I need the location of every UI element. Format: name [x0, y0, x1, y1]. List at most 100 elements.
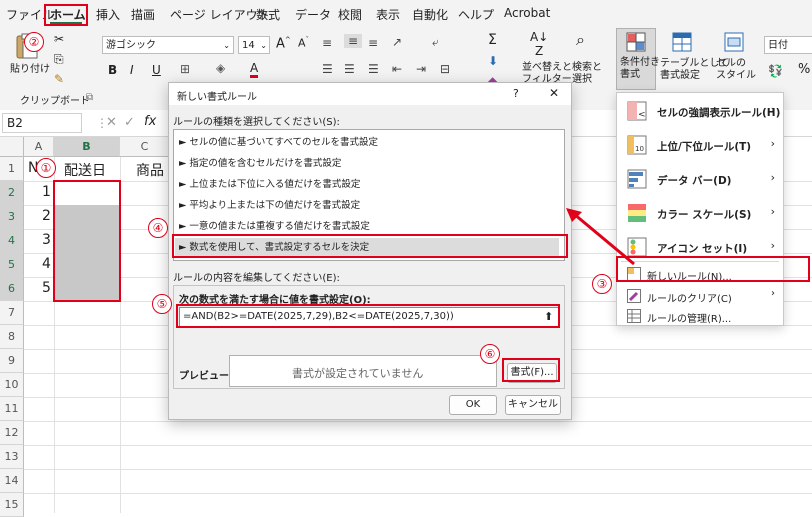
cell-style-icon[interactable]	[724, 32, 744, 52]
arrow-icon	[566, 208, 635, 266]
align-bottom-icon[interactable]: ≡	[368, 36, 378, 50]
menu-top-bottom-rules[interactable]: 10 上位/下位ルール(T) ›	[617, 129, 783, 161]
bold-button[interactable]: B	[108, 63, 117, 77]
autosum-icon[interactable]: Σ	[488, 32, 497, 48]
row-header-6[interactable]: 6	[0, 277, 24, 301]
name-box[interactable]: B2	[2, 113, 82, 133]
tab-view[interactable]: 表示	[376, 6, 400, 23]
currency-icon[interactable]: 💱	[768, 64, 783, 78]
tab-formulas[interactable]: 数式	[256, 6, 280, 23]
insert-function-button[interactable]: fx	[144, 114, 156, 129]
row-header-3[interactable]: 3	[0, 205, 24, 229]
row-header-4[interactable]: 4	[0, 229, 24, 253]
menu-data-bars[interactable]: データ バー(D) ›	[617, 163, 783, 195]
increase-indent-icon[interactable]: ⇥	[416, 62, 426, 76]
percent-button[interactable]: %	[798, 62, 810, 77]
select-all-corner[interactable]	[0, 137, 24, 157]
tab-insert[interactable]: 挿入	[96, 6, 120, 23]
cell-b1[interactable]: 配送日	[64, 160, 106, 180]
chevron-right-icon: ›	[770, 137, 775, 150]
find-select-button[interactable]: 検索と 選択	[572, 62, 602, 86]
italic-button[interactable]: I	[130, 63, 134, 77]
menu-highlight-rules[interactable]: < セルの強調表示ルール(H) ›	[617, 95, 783, 127]
rule-type-item[interactable]: ► 指定の値を含むセルだけを書式設定	[175, 154, 559, 174]
column-header-c[interactable]: C	[120, 137, 170, 157]
align-left-icon[interactable]: ☰	[322, 62, 333, 76]
clear-rules-icon	[627, 289, 641, 303]
enter-icon[interactable]: ✓	[124, 115, 135, 130]
cell-a2[interactable]: 1	[42, 184, 51, 200]
help-icon[interactable]: ?	[513, 87, 519, 100]
dialog-launcher-icon[interactable]: ⧉	[86, 92, 93, 103]
sort-filter-icon[interactable]: A↓ Z	[530, 30, 548, 58]
column-header-a[interactable]: A	[24, 137, 54, 157]
step-badge-4: ④	[148, 218, 168, 238]
increase-font-icon[interactable]: A^	[276, 36, 291, 51]
menu-manage-rules[interactable]: ルールの管理(R)...	[617, 305, 783, 327]
tab-automate[interactable]: 自動化	[412, 6, 448, 23]
cancel-button[interactable]: キャンセル	[505, 395, 561, 415]
fill-icon[interactable]: ⬇	[488, 54, 498, 68]
ok-button[interactable]: OK	[449, 395, 497, 415]
tab-review[interactable]: 校閲	[338, 6, 362, 23]
align-right-icon[interactable]: ☰	[368, 62, 379, 76]
table-format-icon[interactable]	[672, 32, 692, 52]
step-badge-3: ③	[592, 274, 612, 294]
wrap-text-icon[interactable]: ⤶	[432, 35, 439, 50]
font-color-button[interactable]: A	[250, 61, 259, 78]
column-header-b[interactable]: B	[54, 137, 120, 157]
cell-a5[interactable]: 4	[42, 256, 51, 272]
cell-a4[interactable]: 3	[42, 232, 51, 248]
tab-acrobat[interactable]: Acrobat	[504, 6, 550, 20]
row-header-11[interactable]: 11	[0, 397, 24, 421]
merge-icon[interactable]: ⊟	[440, 62, 450, 76]
row-header-10[interactable]: 10	[0, 373, 24, 397]
row-header-8[interactable]: 8	[0, 325, 24, 349]
row-header-9[interactable]: 9	[0, 349, 24, 373]
cancel-icon[interactable]: ✕	[106, 115, 117, 130]
row-header-12[interactable]: 12	[0, 421, 24, 445]
rule-type-item[interactable]: ► セルの値に基づいてすべてのセルを書式設定	[175, 133, 559, 153]
tab-help[interactable]: ヘルプ	[458, 6, 494, 23]
copy-icon[interactable]: ⎘	[54, 52, 64, 67]
gridline	[24, 421, 812, 422]
cell-c1[interactable]: 商品	[136, 160, 164, 180]
row-header-7[interactable]: 7	[0, 301, 24, 325]
row-header-1[interactable]: 1	[0, 157, 24, 181]
borders-icon[interactable]: ⊞	[180, 62, 190, 76]
number-format-select[interactable]: 日付	[764, 36, 812, 54]
row-header-13[interactable]: 13	[0, 445, 24, 469]
font-name-select[interactable]: 游ゴシック ⌄	[102, 36, 234, 54]
menu-color-scales[interactable]: カラー スケール(S) ›	[617, 197, 783, 229]
row-header-5[interactable]: 5	[0, 253, 24, 277]
row-header-15[interactable]: 15	[0, 493, 24, 517]
conditional-format-button[interactable]: 条件付き 書式	[616, 28, 660, 90]
cell-a6[interactable]: 5	[42, 280, 51, 296]
font-size-select[interactable]: 14 ⌄	[238, 36, 270, 54]
tab-page-layout[interactable]: ページ レイアウト	[170, 6, 270, 23]
row-header-2[interactable]: 2	[0, 181, 24, 205]
align-middle-icon[interactable]: ≡	[344, 34, 362, 48]
tab-draw[interactable]: 描画	[131, 6, 155, 23]
close-icon[interactable]: ✕	[549, 86, 559, 100]
decrease-font-icon[interactable]: Aˇ	[298, 36, 309, 50]
row-header-14[interactable]: 14	[0, 469, 24, 493]
paste-button[interactable]: 貼り付け	[10, 60, 50, 75]
find-icon[interactable]: ⌕	[576, 30, 585, 50]
highlight-rules-icon: <	[627, 101, 647, 121]
align-center-icon[interactable]: ☰	[344, 62, 355, 76]
orientation-icon[interactable]: ↗	[392, 35, 402, 49]
align-top-icon[interactable]: ≡	[322, 36, 332, 50]
decrease-indent-icon[interactable]: ⇤	[392, 62, 402, 76]
rule-type-item[interactable]: ► 上位または下位に入る値だけを書式設定	[175, 175, 559, 195]
cell-a3[interactable]: 2	[42, 208, 51, 224]
underline-button[interactable]: U	[152, 63, 161, 77]
preview-label: プレビュー:	[179, 371, 233, 382]
menu-clear-rules[interactable]: ルールのクリア(C) ›	[617, 285, 783, 307]
format-painter-icon[interactable]: ✎	[54, 72, 64, 86]
fill-color-icon[interactable]: ◈	[216, 61, 225, 75]
cut-icon[interactable]: ✂	[54, 32, 64, 46]
cell-style-button[interactable]: セルの スタイル	[716, 58, 756, 82]
tab-data[interactable]: データ	[295, 6, 331, 23]
rule-type-item[interactable]: ► 平均より上または下の値だけを書式設定	[175, 196, 559, 216]
